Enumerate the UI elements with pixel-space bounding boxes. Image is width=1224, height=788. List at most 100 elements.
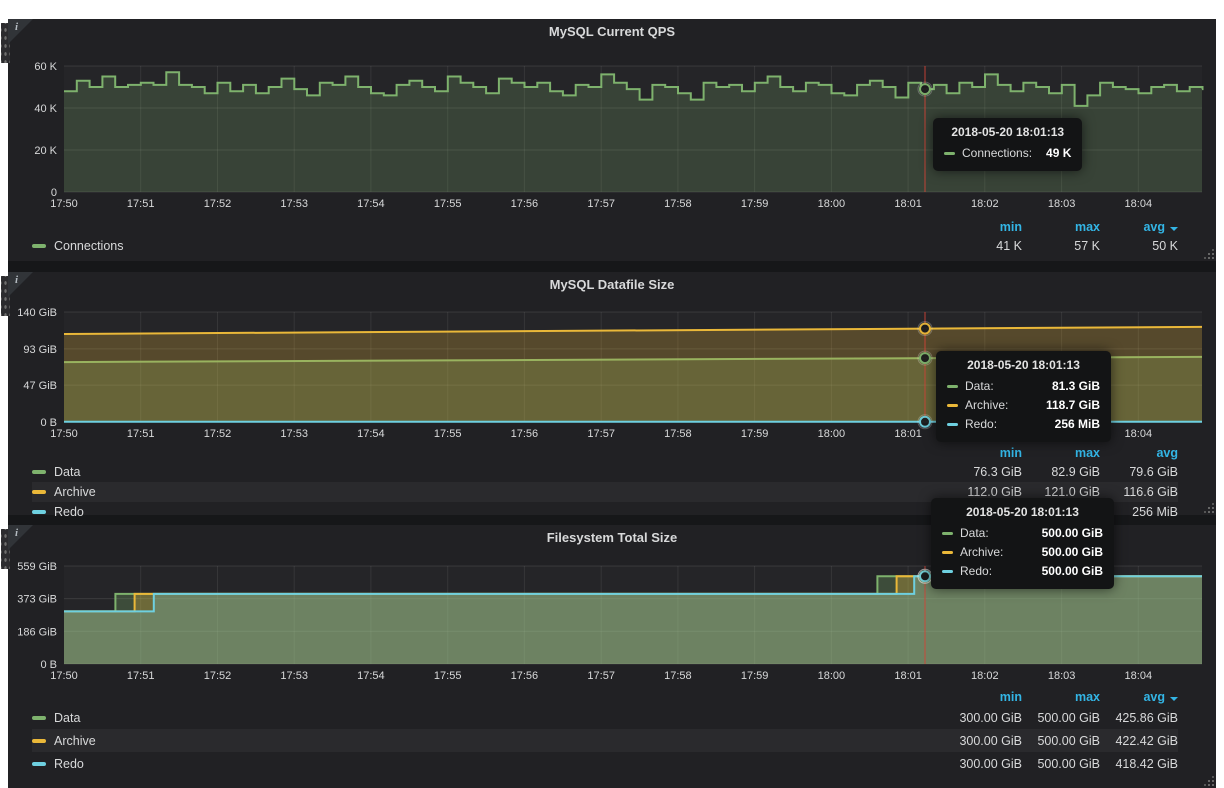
series-color-swatch	[942, 551, 953, 554]
panel-info-corner[interactable]	[8, 19, 33, 44]
svg-text:17:57: 17:57	[587, 428, 615, 440]
stat-max: 82.9 GiB	[1022, 465, 1100, 479]
svg-text:17:57: 17:57	[587, 670, 615, 682]
series-color-swatch	[942, 570, 953, 573]
legend-series-data[interactable]: Data	[32, 465, 944, 479]
series-color-swatch	[32, 510, 46, 514]
svg-text:17:54: 17:54	[357, 428, 385, 440]
svg-text:18:01: 18:01	[894, 670, 922, 682]
svg-text:17:53: 17:53	[280, 428, 308, 440]
panel-resize-handle[interactable]	[1212, 257, 1214, 259]
legend-series-connections[interactable]: Connections	[32, 239, 944, 253]
legend-header-min[interactable]: min	[944, 690, 1022, 704]
legend-header-avg[interactable]: avg	[1100, 446, 1178, 460]
series-color-swatch	[32, 470, 46, 474]
legend-row-data: Data 76.3 GiB 82.9 GiB 79.6 GiB	[32, 462, 1178, 482]
grafana-dashboard: i MySQL Current QPS 60 K40 K20 K017:5017…	[8, 19, 1216, 788]
panel-title[interactable]: MySQL Datafile Size	[8, 272, 1216, 296]
svg-text:17:56: 17:56	[511, 670, 539, 682]
svg-text:17:58: 17:58	[664, 670, 692, 682]
filesystem-legend: min max avg Data 300.00 GiB 500.00 GiB 4…	[8, 688, 1216, 775]
svg-text:18:02: 18:02	[971, 198, 999, 210]
legend-header-avg[interactable]: avg	[1100, 220, 1178, 234]
svg-text:17:52: 17:52	[204, 670, 232, 682]
series-color-swatch	[32, 244, 46, 248]
series-color-swatch	[32, 490, 46, 494]
graph-tooltip: 2018-05-20 18:01:13 Data:81.3 GiB Archiv…	[936, 351, 1111, 442]
panel-resize-handle[interactable]	[1212, 511, 1214, 513]
svg-text:140 GiB: 140 GiB	[17, 307, 57, 319]
stat-avg: 116.6 GiB	[1100, 485, 1178, 499]
legend-row-data: Data 300.00 GiB 500.00 GiB 425.86 GiB	[32, 706, 1178, 729]
svg-text:17:51: 17:51	[127, 428, 155, 440]
panel-info-corner[interactable]	[8, 272, 33, 297]
legend-header-max[interactable]: max	[1022, 690, 1100, 704]
panel-resize-handle[interactable]	[1212, 784, 1214, 786]
svg-text:18:03: 18:03	[1048, 198, 1076, 210]
svg-text:18:01: 18:01	[894, 428, 922, 440]
svg-text:17:54: 17:54	[357, 198, 385, 210]
svg-text:17:59: 17:59	[741, 670, 769, 682]
legend-header-min[interactable]: min	[944, 446, 1022, 460]
legend-series-data[interactable]: Data	[32, 711, 944, 725]
svg-text:17:50: 17:50	[50, 428, 78, 440]
svg-text:20 K: 20 K	[34, 145, 57, 157]
stat-avg: 425.86 GiB	[1100, 711, 1178, 725]
series-color-swatch	[32, 762, 46, 766]
legend-series-archive[interactable]: Archive	[32, 734, 944, 748]
series-color-swatch	[947, 385, 958, 388]
legend-header-max[interactable]: max	[1022, 446, 1100, 460]
svg-text:18:00: 18:00	[818, 670, 846, 682]
svg-text:17:52: 17:52	[204, 428, 232, 440]
info-icon: i	[15, 274, 18, 286]
legend-row-redo: Redo 300.00 GiB 500.00 GiB 418.42 GiB	[32, 752, 1178, 775]
legend-header-max[interactable]: max	[1022, 220, 1100, 234]
series-color-swatch	[942, 532, 953, 535]
stat-max: 500.00 GiB	[1022, 757, 1100, 771]
legend-series-archive[interactable]: Archive	[32, 485, 944, 499]
graph-tooltip: 2018-05-20 18:01:13 Connections:49 K	[933, 118, 1082, 171]
panel-info-corner[interactable]	[8, 525, 33, 550]
svg-text:17:53: 17:53	[280, 670, 308, 682]
panel-title[interactable]: MySQL Current QPS	[8, 19, 1216, 43]
svg-text:17:51: 17:51	[127, 198, 155, 210]
svg-text:17:56: 17:56	[511, 198, 539, 210]
svg-text:17:59: 17:59	[741, 428, 769, 440]
svg-text:17:51: 17:51	[127, 670, 155, 682]
series-color-swatch	[947, 423, 958, 426]
svg-text:17:50: 17:50	[50, 198, 78, 210]
tooltip-timestamp: 2018-05-20 18:01:13	[942, 505, 1103, 519]
svg-text:18:00: 18:00	[818, 198, 846, 210]
stat-avg: 50 K	[1100, 239, 1178, 253]
legend-series-redo[interactable]: Redo	[32, 505, 944, 519]
stat-avg: 422.42 GiB	[1100, 734, 1178, 748]
legend-series-redo[interactable]: Redo	[32, 757, 944, 771]
svg-text:17:55: 17:55	[434, 198, 462, 210]
stat-min: 300.00 GiB	[944, 734, 1022, 748]
legend-header-min[interactable]: min	[944, 220, 1022, 234]
tooltip-timestamp: 2018-05-20 18:01:13	[947, 358, 1100, 372]
svg-text:17:54: 17:54	[357, 670, 385, 682]
sort-caret-icon	[1170, 697, 1178, 701]
svg-text:18:04: 18:04	[1125, 670, 1153, 682]
svg-text:18:04: 18:04	[1125, 428, 1153, 440]
svg-text:17:50: 17:50	[50, 670, 78, 682]
svg-text:559 GiB: 559 GiB	[17, 561, 57, 573]
info-icon: i	[15, 21, 18, 33]
stat-avg: 418.42 GiB	[1100, 757, 1178, 771]
svg-text:18:03: 18:03	[1048, 670, 1076, 682]
svg-text:60 K: 60 K	[34, 61, 57, 73]
svg-text:18:04: 18:04	[1125, 198, 1153, 210]
svg-text:17:58: 17:58	[664, 198, 692, 210]
stat-min: 76.3 GiB	[944, 465, 1022, 479]
svg-text:18:02: 18:02	[971, 670, 999, 682]
stat-max: 57 K	[1022, 239, 1100, 253]
legend-header-avg[interactable]: avg	[1100, 690, 1178, 704]
svg-text:17:53: 17:53	[280, 198, 308, 210]
legend-row-archive: Archive 300.00 GiB 500.00 GiB 422.42 GiB	[32, 729, 1178, 752]
svg-text:17:59: 17:59	[741, 198, 769, 210]
stat-min: 300.00 GiB	[944, 711, 1022, 725]
stat-max: 500.00 GiB	[1022, 711, 1100, 725]
svg-text:17:57: 17:57	[587, 198, 615, 210]
stat-avg: 79.6 GiB	[1100, 465, 1178, 479]
